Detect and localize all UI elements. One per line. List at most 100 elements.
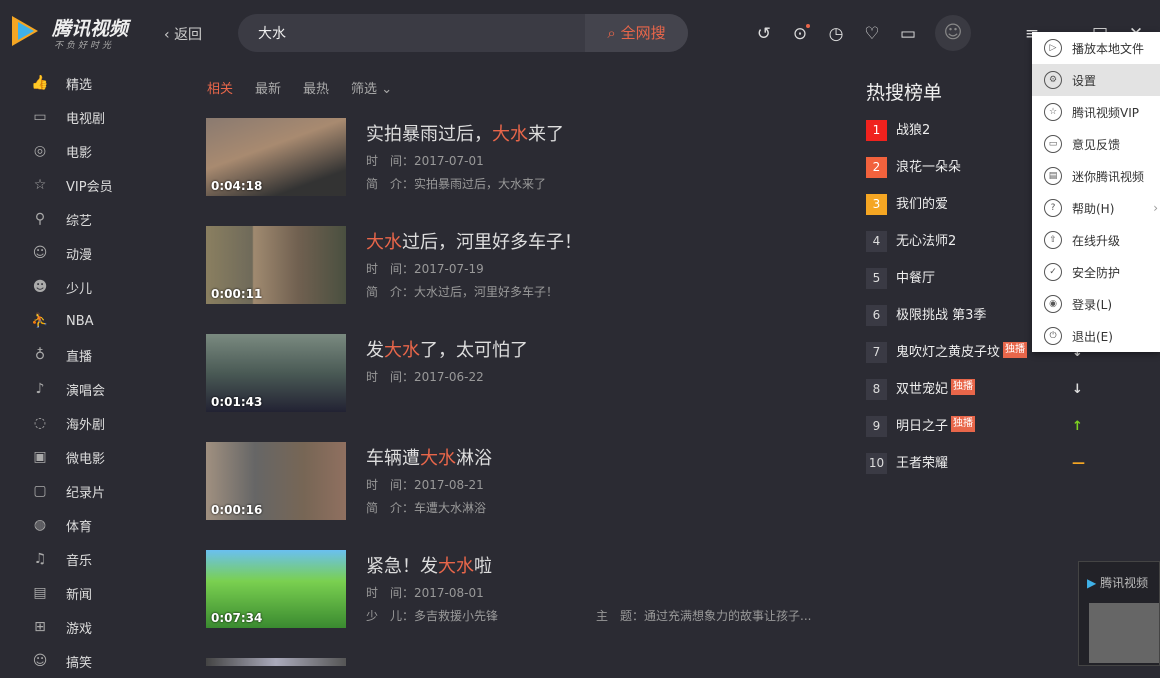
category-icon: ▭ <box>30 109 50 125</box>
search-input[interactable] <box>258 14 578 52</box>
play-local-file-icon: ▷ <box>1044 39 1062 57</box>
menu-item-vip[interactable]: ☆腾讯视频VIP <box>1032 96 1160 128</box>
category-icon: ▢ <box>30 483 50 499</box>
menu-item-feedback[interactable]: ▭意见反馈 <box>1032 128 1160 160</box>
exclusive-badge: 独播 <box>951 379 975 395</box>
rank-badge: 9 <box>866 416 887 437</box>
sidebar-item[interactable]: ⛹NBA <box>0 304 150 338</box>
feedback-icon: ▭ <box>1044 135 1062 153</box>
video-thumbnail[interactable]: 0:01:43 <box>206 334 346 412</box>
logo-icon: ▶ <box>1087 576 1096 590</box>
video-date: 时 间：2017-08-01 <box>366 584 484 601</box>
sort-tabs: 相关 最新 最热 筛选 ⌄ <box>207 78 392 97</box>
mini-player-icon: ▤ <box>1044 167 1062 185</box>
video-date: 时 间：2017-06-22 <box>366 368 484 385</box>
video-thumbnail[interactable]: 0:04:18 <box>206 118 346 196</box>
rank-badge: 5 <box>866 268 887 289</box>
search-all-button[interactable]: ⌕ 全网搜 <box>585 14 688 52</box>
category-icon: ⚲ <box>30 211 50 227</box>
video-date: 时 间：2017-08-21 <box>366 476 484 493</box>
sidebar-item[interactable]: ⚲综艺 <box>0 202 150 236</box>
menu-item-play-local-file[interactable]: ▷播放本地文件 <box>1032 32 1160 64</box>
category-icon: ♁ <box>30 347 50 363</box>
favorite-add-icon[interactable]: ♡ <box>862 24 882 44</box>
search-result[interactable]: 0:00:16 车辆遭大水淋浴 时 间：2017-08-21 简 介：车遭大水淋… <box>206 442 826 522</box>
search-result[interactable]: 0:04:18 实拍暴雨过后，大水来了 时 间：2017-07-01 简 介：实… <box>206 118 826 198</box>
settings-icon: ⚙ <box>1044 71 1062 89</box>
search-result[interactable]: 0:07:34 紧急！发大水啦 时 间：2017-08-01 少 儿：多吉救援小… <box>206 550 826 630</box>
video-thumbnail[interactable]: 0:07:34 <box>206 550 346 628</box>
sidebar-item[interactable]: ♪演唱会 <box>0 372 150 406</box>
sidebar-item[interactable]: ⊞游戏 <box>0 610 150 644</box>
chevron-right-icon: › <box>1153 201 1158 215</box>
user-avatar[interactable]: ☺ <box>935 15 971 51</box>
tab-newest[interactable]: 最新 <box>255 78 281 97</box>
menu-item-security[interactable]: ✓安全防护 <box>1032 256 1160 288</box>
tab-hottest[interactable]: 最热 <box>303 78 329 97</box>
sidebar-item[interactable]: ◍体育 <box>0 508 150 542</box>
sidebar-item[interactable]: ▢纪录片 <box>0 474 150 508</box>
sidebar: 👍精选▭电视剧◎电影☆VIP会员⚲综艺☺动漫☻少儿⛹NBA♁直播♪演唱会◌海外剧… <box>0 66 150 678</box>
search-result[interactable]: 0:01:43 发大水了，太可怕了 时 间：2017-06-22 <box>206 334 826 414</box>
download-icon[interactable]: ⊙ <box>790 24 810 44</box>
category-icon: ▤ <box>30 585 50 601</box>
hot-search-item[interactable]: 8 双世宠妃 独播 ↓ <box>866 379 1096 416</box>
filter-dropdown[interactable]: 筛选 ⌄ <box>351 78 392 97</box>
category-icon: ◎ <box>30 143 50 159</box>
video-title[interactable]: 发大水了，太可怕了 <box>366 336 528 362</box>
category-icon: ⛹ <box>30 313 50 329</box>
sidebar-item[interactable]: ▤新闻 <box>0 576 150 610</box>
category-icon: ☺ <box>30 653 50 669</box>
video-title[interactable]: 大水过后，河里好多车子！ <box>366 228 582 254</box>
back-button[interactable]: ‹ 返回 <box>164 24 202 44</box>
hot-search-item[interactable]: 9 明日之子 独播 ↑ <box>866 416 1096 453</box>
sidebar-item[interactable]: ◌海外剧 <box>0 406 150 440</box>
tab-relevant[interactable]: 相关 <box>207 78 233 97</box>
app-logo: 腾讯视频 不负好时光 <box>12 14 132 50</box>
trend-icon: ↑ <box>1072 416 1083 437</box>
sidebar-item[interactable]: ☆VIP会员 <box>0 168 150 202</box>
sidebar-item[interactable]: ▭电视剧 <box>0 100 150 134</box>
category-icon: ☆ <box>30 177 50 193</box>
sidebar-item[interactable]: ☻少儿 <box>0 270 150 304</box>
search-result[interactable]: 0:00:11 大水过后，河里好多车子！ 时 间：2017-07-19 简 介：… <box>206 226 826 306</box>
rank-badge: 7 <box>866 342 887 363</box>
video-date: 时 间：2017-07-19 <box>366 260 484 277</box>
sidebar-item[interactable]: ☺动漫 <box>0 236 150 270</box>
menu-item-upgrade[interactable]: ⇧在线升级 <box>1032 224 1160 256</box>
menu-item-login[interactable]: ◉登录(L) <box>1032 288 1160 320</box>
video-thumbnail[interactable]: 0:00:11 <box>206 226 346 304</box>
rank-badge: 2 <box>866 157 887 178</box>
trend-icon: — <box>1072 453 1085 474</box>
video-thumbnail[interactable]: 0:00:16 <box>206 442 346 520</box>
video-intro: 简 介：车遭大水淋浴 <box>366 499 486 516</box>
menu-item-mini-player[interactable]: ▤迷你腾讯视频 <box>1032 160 1160 192</box>
hot-search-item[interactable]: 10 王者荣耀 — <box>866 453 1096 490</box>
menu-item-exit[interactable]: ⏻退出(E) <box>1032 320 1160 352</box>
sidebar-item[interactable]: ♁直播 <box>0 338 150 372</box>
category-icon: ◍ <box>30 517 50 533</box>
video-title[interactable]: 实拍暴雨过后，大水来了 <box>366 120 564 146</box>
video-date: 时 间：2017-07-01 <box>366 152 484 169</box>
menu-item-settings[interactable]: ⚙设置 <box>1032 64 1160 96</box>
upload-folder-icon[interactable]: ▭ <box>898 24 918 44</box>
exclusive-badge: 独播 <box>951 416 975 432</box>
rank-badge: 6 <box>866 305 887 326</box>
sidebar-item[interactable]: ♫音乐 <box>0 542 150 576</box>
refresh-icon[interactable]: ↺ <box>754 24 774 44</box>
menu-item-help[interactable]: ?帮助(H)› <box>1032 192 1160 224</box>
rank-badge: 4 <box>866 231 887 252</box>
rank-badge: 10 <box>866 453 887 474</box>
video-title[interactable]: 紧急！发大水啦 <box>366 552 492 578</box>
category-icon: 👍 <box>30 75 50 91</box>
video-title[interactable]: 车辆遭大水淋浴 <box>366 444 492 470</box>
mini-player[interactable]: ▶ 腾讯视频 <box>1078 561 1160 666</box>
help-icon: ? <box>1044 199 1062 217</box>
sidebar-item[interactable]: ◎电影 <box>0 134 150 168</box>
sidebar-item[interactable]: ▣微电影 <box>0 440 150 474</box>
sidebar-item[interactable]: 👍精选 <box>0 66 150 100</box>
category-icon: ◌ <box>30 415 50 431</box>
sidebar-item[interactable]: ☺搞笑 <box>0 644 150 678</box>
history-icon[interactable]: ◷ <box>826 24 846 44</box>
video-thumbnail[interactable] <box>206 658 346 666</box>
